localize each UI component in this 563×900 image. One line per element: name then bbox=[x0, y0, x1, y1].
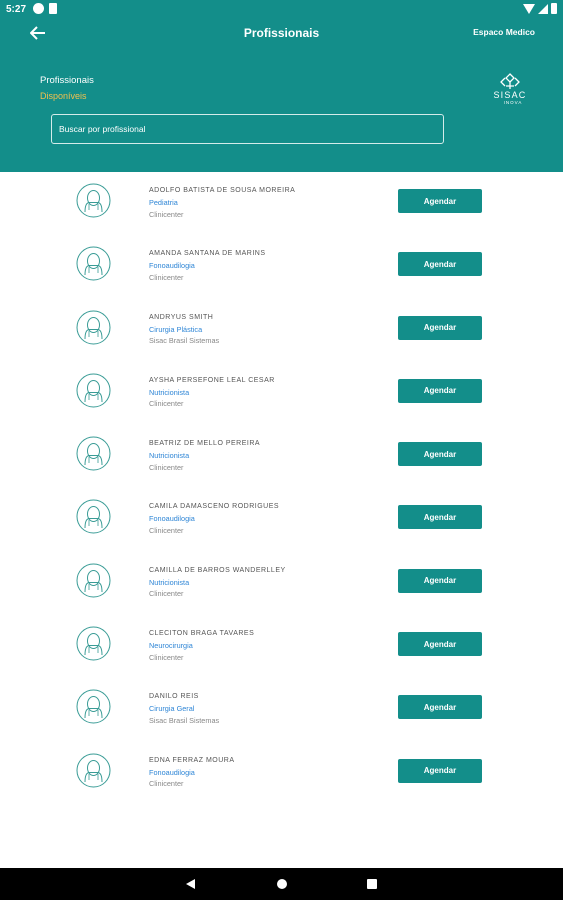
battery-icon bbox=[551, 3, 557, 14]
sim-notification-icon bbox=[49, 3, 57, 14]
sisac-logo: SISAC INOVA bbox=[493, 73, 526, 105]
agendar-button[interactable]: Agendar bbox=[398, 695, 482, 720]
professional-info: EDNA FERRAZ MOURA Fonoaudilogia Clinicen… bbox=[149, 755, 235, 790]
professional-specialty: Nutricionista bbox=[149, 577, 190, 587]
logo-subtext: INOVA bbox=[504, 100, 523, 105]
professional-name: ADOLFO BATISTA DE SOUSA MOREIRA bbox=[149, 187, 296, 194]
professional-name: EDNA FERRAZ MOURA bbox=[149, 756, 235, 764]
professional-specialty: Nutricionista bbox=[149, 387, 190, 397]
section-title: Profissionais bbox=[40, 75, 94, 86]
professional-name: CAMILLA DE BARROS WANDERLLEY bbox=[149, 566, 286, 574]
professional-name: DANILO REIS bbox=[149, 693, 199, 701]
professional-name: CLECITON BRAGA TAVARES bbox=[149, 630, 255, 638]
professional-row: AYSHA PERSEFONE LEAL CESAR Nutricionista… bbox=[0, 362, 563, 425]
professional-info: AMANDA SANTANA DE MARINS Fonoaudilogia C… bbox=[149, 248, 266, 283]
professional-info: ADOLFO BATISTA DE SOUSA MOREIRA Pediatri… bbox=[149, 185, 295, 220]
agendar-button[interactable]: Agendar bbox=[398, 632, 482, 657]
professional-name: AMANDA SANTANA DE MARINS bbox=[149, 250, 266, 258]
professional-clinic: Sisac Brasil Sistemas bbox=[149, 715, 220, 725]
professional-row: AMANDA SANTANA DE MARINS Fonoaudilogia C… bbox=[0, 235, 563, 298]
doctor-avatar-icon bbox=[76, 626, 111, 661]
espaco-medico-link[interactable]: Espaco Medico bbox=[473, 27, 535, 37]
professional-info: DANILO REIS Cirurgia Geral Sisac Brasil … bbox=[149, 691, 219, 726]
nav-back-button[interactable] bbox=[186, 879, 195, 889]
professional-name: AYSHA PERSEFONE LEAL CESAR bbox=[149, 376, 275, 384]
professional-row: BEATRIZ DE MELLO PEREIRA Nutricionista C… bbox=[0, 425, 563, 488]
nav-recents-button[interactable] bbox=[367, 879, 377, 889]
professional-name: BEATRIZ DE MELLO PEREIRA bbox=[149, 440, 261, 448]
logo-text: SISAC bbox=[493, 90, 526, 100]
professional-specialty: Nutricionista bbox=[149, 451, 190, 461]
professional-specialty: Neurocirurgia bbox=[149, 641, 193, 651]
section-subtitle: Disponíveis bbox=[40, 91, 87, 101]
professional-row: ADOLFO BATISTA DE SOUSA MOREIRA Pediatri… bbox=[0, 172, 563, 235]
professional-row: ANDRYUS SMITH Cirurgia Plástica Sisac Br… bbox=[0, 299, 563, 362]
professional-info: CLECITON BRAGA TAVARES Neurocirurgia Cli… bbox=[149, 628, 254, 663]
professional-clinic: Clinicenter bbox=[149, 272, 184, 282]
professional-row: CAMILLA DE BARROS WANDERLLEY Nutricionis… bbox=[0, 552, 563, 615]
notification-icons bbox=[33, 3, 57, 14]
system-icons bbox=[523, 3, 557, 14]
doctor-avatar-icon bbox=[76, 753, 111, 788]
professional-clinic: Clinicenter bbox=[149, 779, 184, 789]
professional-row: DANILO REIS Cirurgia Geral Sisac Brasil … bbox=[0, 678, 563, 741]
wifi-icon bbox=[523, 4, 535, 14]
agendar-button[interactable]: Agendar bbox=[398, 568, 482, 593]
professional-clinic: Clinicenter bbox=[149, 462, 184, 472]
professional-info: BEATRIZ DE MELLO PEREIRA Nutricionista C… bbox=[149, 438, 260, 473]
professional-info: ANDRYUS SMITH Cirurgia Plástica Sisac Br… bbox=[149, 312, 219, 347]
professional-specialty: Fonoaudilogia bbox=[149, 514, 195, 524]
agendar-button[interactable]: Agendar bbox=[398, 378, 482, 403]
professional-row: EDNA FERRAZ MOURA Fonoaudilogia Clinicen… bbox=[0, 742, 563, 805]
professional-clinic: Clinicenter bbox=[149, 652, 184, 662]
professional-row: CAMILA DAMASCENO RODRIGUES Fonoaudilogia… bbox=[0, 488, 563, 551]
professional-specialty: Fonoaudilogia bbox=[149, 767, 195, 777]
professional-name: CAMILA DAMASCENO RODRIGUES bbox=[149, 503, 280, 511]
professional-clinic: Clinicenter bbox=[149, 399, 184, 409]
agendar-button[interactable]: Agendar bbox=[398, 315, 482, 340]
status-time: 5:27 bbox=[6, 4, 27, 15]
professional-clinic: Clinicenter bbox=[149, 589, 184, 599]
agendar-button[interactable]: Agendar bbox=[398, 442, 482, 467]
professional-row: CLECITON BRAGA TAVARES Neurocirurgia Cli… bbox=[0, 615, 563, 678]
doctor-avatar-icon bbox=[76, 689, 111, 724]
agendar-button[interactable]: Agendar bbox=[398, 189, 482, 213]
agendar-button[interactable]: Agendar bbox=[398, 252, 482, 277]
agendar-button[interactable]: Agendar bbox=[398, 505, 482, 530]
doctor-avatar-icon bbox=[76, 183, 111, 218]
agendar-button[interactable]: Agendar bbox=[398, 758, 482, 783]
doctor-avatar-icon bbox=[76, 499, 111, 534]
professional-info: AYSHA PERSEFONE LEAL CESAR Nutricionista… bbox=[149, 375, 275, 410]
nav-home-button[interactable] bbox=[277, 879, 287, 889]
navigation-bar bbox=[0, 868, 563, 900]
doctor-avatar-icon bbox=[76, 563, 111, 598]
status-bar: 5:27 bbox=[0, 0, 563, 18]
professional-clinic: Sisac Brasil Sistemas bbox=[149, 336, 220, 346]
search-input[interactable] bbox=[51, 114, 444, 144]
professional-specialty: Pediatria bbox=[149, 198, 178, 207]
professional-info: CAMILA DAMASCENO RODRIGUES Fonoaudilogia… bbox=[149, 501, 279, 536]
professional-clinic: Clinicenter bbox=[149, 525, 184, 535]
doctor-avatar-icon bbox=[76, 246, 111, 281]
professional-info: CAMILLA DE BARROS WANDERLLEY Nutricionis… bbox=[149, 565, 286, 600]
professional-clinic: Clinicenter bbox=[149, 209, 184, 219]
doctor-avatar-icon bbox=[76, 310, 111, 345]
doctor-avatar-icon bbox=[76, 373, 111, 408]
professional-specialty: Cirurgia Plástica bbox=[149, 324, 203, 334]
app-notification-icon bbox=[33, 3, 44, 14]
doctor-avatar-icon bbox=[76, 436, 111, 471]
signal-icon bbox=[538, 4, 548, 14]
professionals-list: ADOLFO BATISTA DE SOUSA MOREIRA Pediatri… bbox=[0, 172, 563, 805]
professional-specialty: Fonoaudilogia bbox=[149, 261, 195, 271]
professional-name: ANDRYUS SMITH bbox=[149, 313, 214, 321]
app-header: Profissionais Espaco Medico Profissionai… bbox=[0, 18, 563, 172]
professional-specialty: Cirurgia Geral bbox=[149, 704, 195, 714]
